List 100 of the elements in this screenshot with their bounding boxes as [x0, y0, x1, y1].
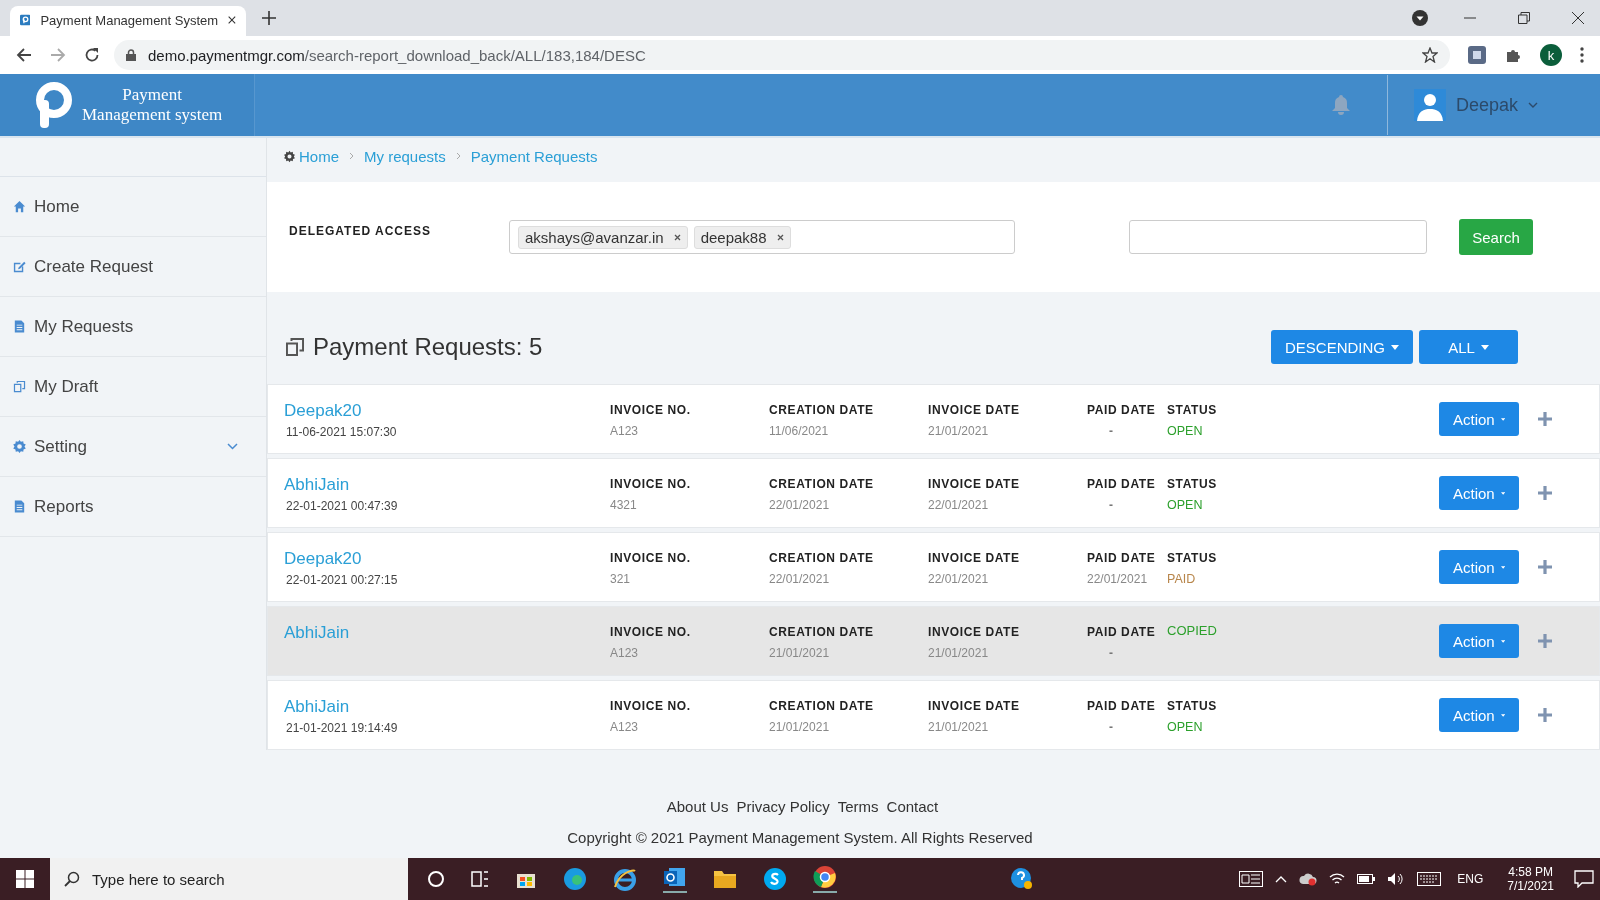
- filter-dropdown[interactable]: ALL: [1419, 330, 1518, 364]
- wifi-icon[interactable]: [1329, 872, 1346, 886]
- caret-icon: [1500, 638, 1505, 644]
- invoice-number: 321: [610, 572, 632, 586]
- close-icon[interactable]: [1572, 12, 1584, 24]
- taskbar-search-field[interactable]: Type here to search: [50, 858, 408, 900]
- invoice-number: A123: [610, 424, 640, 438]
- notification-icon[interactable]: [1574, 870, 1594, 888]
- news-icon[interactable]: [1239, 871, 1264, 887]
- edge-icon[interactable]: [563, 867, 587, 891]
- action-dropdown[interactable]: Action: [1439, 624, 1519, 658]
- column-label: INVOICE DATE: [928, 699, 1021, 713]
- tag-text: deepak88: [700, 228, 767, 246]
- back-icon[interactable]: [16, 47, 32, 63]
- column-label: INVOICE DATE: [928, 477, 1021, 491]
- request-card[interactable]: AbhiJain 22-01-2021 00:47:39 INVOICE NO. 4321 CREATION DATE 22/01/2021 INVOICE DATE 22/01/2021 PAID DATE - STATUS OPEN Action: [267, 458, 1600, 528]
- column-label: STATUS: [1167, 699, 1218, 713]
- caret-icon: [1500, 712, 1505, 718]
- column-label: STATUS: [1167, 403, 1218, 417]
- column-label: STATUS: [1167, 551, 1218, 565]
- caret-icon: [1500, 490, 1505, 496]
- gear-icon: [283, 149, 296, 163]
- action-dropdown[interactable]: Action: [1439, 550, 1519, 584]
- home-icon: [12, 199, 27, 214]
- new-tab-icon[interactable]: [262, 11, 276, 25]
- sort-dropdown[interactable]: DESCENDING: [1271, 330, 1413, 364]
- site-icon: [20, 12, 31, 28]
- menu-icon[interactable]: [1580, 47, 1584, 63]
- column-label: PAID DATE: [1087, 551, 1157, 565]
- plus-icon[interactable]: [1537, 707, 1553, 723]
- search-icon: [64, 871, 80, 887]
- help-icon[interactable]: [1010, 867, 1034, 891]
- request-card[interactable]: AbhiJain 21-01-2021 19:14:49 INVOICE NO. A123 CREATION DATE 21/01/2021 INVOICE DATE 21/01/2021 PAID DATE - STATUS OPEN Action: [267, 680, 1600, 750]
- reload-icon[interactable]: [84, 47, 100, 63]
- keyboard-icon[interactable]: [1417, 872, 1442, 886]
- invoice-number: 4321: [610, 498, 638, 512]
- invoice-number: A123: [610, 720, 640, 734]
- column-label: PAID DATE: [1087, 477, 1157, 491]
- column-label: PAID DATE: [1087, 699, 1157, 713]
- edit-icon: [12, 259, 27, 274]
- plus-icon[interactable]: [1537, 559, 1553, 575]
- browser-tab[interactable]: Payment Management System: [10, 6, 246, 36]
- tab-search-icon[interactable]: [1412, 10, 1428, 26]
- column-label: INVOICE DATE: [928, 403, 1021, 417]
- close-icon[interactable]: [228, 14, 236, 26]
- cortana-icon[interactable]: [427, 870, 445, 888]
- action-dropdown[interactable]: Action: [1439, 476, 1519, 510]
- paid-date: -: [1108, 720, 1114, 734]
- speaker-icon[interactable]: [1387, 872, 1406, 886]
- paid-date: -: [1108, 646, 1114, 660]
- sidebar-item[interactable]: Home: [0, 177, 266, 237]
- mail-app-icon[interactable]: [663, 865, 687, 893]
- sidebar-item[interactable]: My Draft: [0, 357, 266, 417]
- chat-app-icon[interactable]: [763, 867, 787, 891]
- field-label: DELEGATED ACCESS: [289, 224, 432, 239]
- battery-icon[interactable]: [1357, 874, 1376, 884]
- profile-avatar[interactable]: k: [1540, 44, 1562, 66]
- sidebar-item[interactable]: Setting: [0, 417, 266, 477]
- creation-date: 11/06/2021: [769, 424, 830, 438]
- url-host: demo.paymentmgr.com: [148, 46, 305, 64]
- language-indicator[interactable]: ENG: [1457, 872, 1484, 886]
- tab-title: Payment Management System: [40, 12, 219, 28]
- search-field[interactable]: [1129, 220, 1427, 255]
- plus-icon[interactable]: [1537, 411, 1553, 427]
- request-card[interactable]: Deepak20 11-06-2021 15:07:30 INVOICE NO. A123 CREATION DATE 11/06/2021 INVOICE DATE 21/01/2021 PAID DATE - STATUS OPEN Action: [267, 384, 1600, 454]
- footer-link[interactable]: Contact: [886, 798, 939, 815]
- column-label: INVOICE NO.: [610, 625, 692, 639]
- sidebar-item[interactable]: Create Request: [0, 237, 266, 297]
- request-card[interactable]: AbhiJain INVOICE NO. A123 CREATION DATE 21/01/2021 INVOICE DATE 21/01/2021 PAID DATE - COPIED Action: [267, 606, 1600, 676]
- address-field[interactable]: demo.paymentmgr.com/search-report_download_back/ALL/183,184/DESC: [114, 40, 1450, 70]
- ie-icon[interactable]: [613, 867, 637, 891]
- user-avatar-icon: [1413, 89, 1446, 121]
- footer-link[interactable]: About Us: [666, 798, 729, 815]
- logo-text: Management system: [82, 105, 223, 125]
- plus-icon[interactable]: [1537, 485, 1553, 501]
- action-dropdown[interactable]: Action: [1439, 698, 1519, 732]
- request-card[interactable]: Deepak20 22-01-2021 00:27:15 INVOICE NO. 321 CREATION DATE 22/01/2021 INVOICE DATE 22/01/2021 PAID DATE 22/01/2021 STATUS PAID Action: [267, 532, 1600, 602]
- sidebar-item[interactable]: Reports: [0, 477, 266, 537]
- remove-icon[interactable]: [673, 233, 681, 241]
- logo[interactable]: Payment Management system: [0, 74, 255, 136]
- restore-icon[interactable]: [1518, 12, 1530, 24]
- footer-link[interactable]: Terms: [837, 798, 879, 815]
- chevron-up-icon[interactable]: [1275, 875, 1288, 883]
- remove-icon[interactable]: [776, 233, 784, 241]
- column-label: CREATION DATE: [769, 477, 875, 491]
- column-label: CREATION DATE: [769, 551, 875, 565]
- folder-icon[interactable]: [713, 868, 737, 890]
- task-view-icon[interactable]: [471, 870, 489, 888]
- star-icon[interactable]: [1422, 47, 1438, 63]
- copyright-text: Copyright © 2021 Payment Management System. All Rights Reserved: [567, 829, 1033, 846]
- extension-icon[interactable]: [1468, 46, 1486, 64]
- cloud-icon[interactable]: [1299, 872, 1318, 886]
- caret-icon: [1500, 416, 1505, 422]
- sidebar-item[interactable]: My Requests: [0, 297, 266, 357]
- footer-link[interactable]: Privacy Policy: [736, 798, 830, 815]
- clock[interactable]: 4:58 PM 7/1/2021: [1507, 865, 1554, 893]
- browser-icon[interactable]: [813, 865, 837, 893]
- tag-input-field[interactable]: akshays@avanzar.in deepak88: [509, 220, 1015, 255]
- windows-icon[interactable]: [16, 870, 34, 888]
- action-dropdown[interactable]: Action: [1439, 402, 1519, 436]
